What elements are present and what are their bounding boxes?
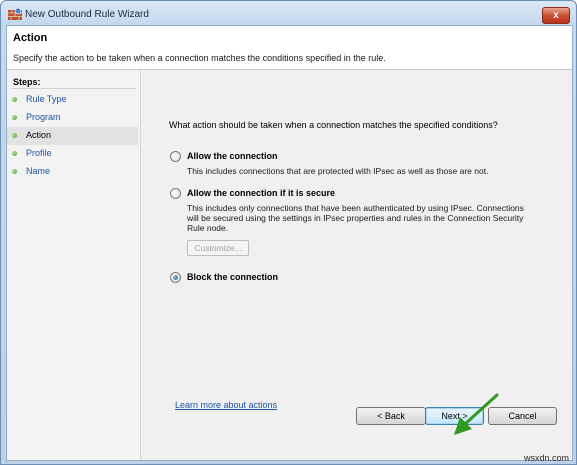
sidebar-item-rule-type[interactable]: Rule Type bbox=[7, 91, 138, 109]
page-header: Action Specify the action to be taken wh… bbox=[7, 26, 572, 70]
sidebar-item-label: Profile bbox=[26, 148, 52, 158]
sidebar-item-label: Program bbox=[26, 112, 61, 122]
sidebar-item-label: Name bbox=[26, 166, 51, 176]
back-button[interactable]: < Back bbox=[356, 407, 426, 425]
allow-secure-label[interactable]: Allow the connection if it is secure bbox=[187, 188, 335, 198]
sidebar-item-name[interactable]: Name bbox=[7, 163, 138, 181]
steps-sidebar: Steps: Rule Type Program Action Profile … bbox=[7, 70, 141, 460]
step-dot-icon bbox=[12, 133, 17, 138]
steps-heading: Steps: bbox=[13, 77, 41, 87]
step-dot-icon bbox=[12, 169, 17, 174]
allow-connection-radio[interactable] bbox=[170, 151, 181, 162]
learn-more-link[interactable]: Learn more about actions bbox=[175, 400, 277, 410]
sidebar-item-program[interactable]: Program bbox=[7, 109, 138, 127]
allow-secure-radio[interactable] bbox=[170, 188, 181, 199]
green-arrow-icon bbox=[454, 393, 499, 435]
allow-secure-description: This includes only connections that have… bbox=[187, 203, 524, 233]
window-title: New Outbound Rule Wizard bbox=[25, 9, 149, 20]
block-connection-radio[interactable] bbox=[170, 272, 181, 283]
block-connection-label[interactable]: Block the connection bbox=[187, 272, 278, 282]
sidebar-item-action[interactable]: Action bbox=[7, 127, 138, 145]
close-button[interactable]: x bbox=[542, 7, 570, 24]
customize-button[interactable]: Customize... bbox=[187, 240, 249, 256]
watermark: wsxdn.com bbox=[523, 453, 569, 463]
page-description: Specify the action to be taken when a co… bbox=[13, 53, 386, 63]
sidebar-item-label: Rule Type bbox=[26, 94, 67, 104]
sidebar-item-profile[interactable]: Profile bbox=[7, 145, 138, 163]
step-dot-icon bbox=[12, 151, 17, 156]
steps-divider bbox=[11, 88, 136, 89]
title-bar[interactable]: New Outbound Rule Wizard x bbox=[1, 1, 576, 27]
page-title: Action bbox=[13, 32, 48, 44]
step-dot-icon bbox=[12, 97, 17, 102]
sidebar-item-label: Action bbox=[26, 130, 52, 140]
allow-connection-description: This includes connections that are prote… bbox=[187, 166, 489, 176]
close-icon: x bbox=[553, 10, 559, 21]
action-question: What action should be taken when a conne… bbox=[169, 120, 498, 130]
firewall-icon bbox=[8, 8, 22, 20]
step-dot-icon bbox=[12, 115, 17, 120]
allow-connection-label[interactable]: Allow the connection bbox=[187, 151, 278, 161]
